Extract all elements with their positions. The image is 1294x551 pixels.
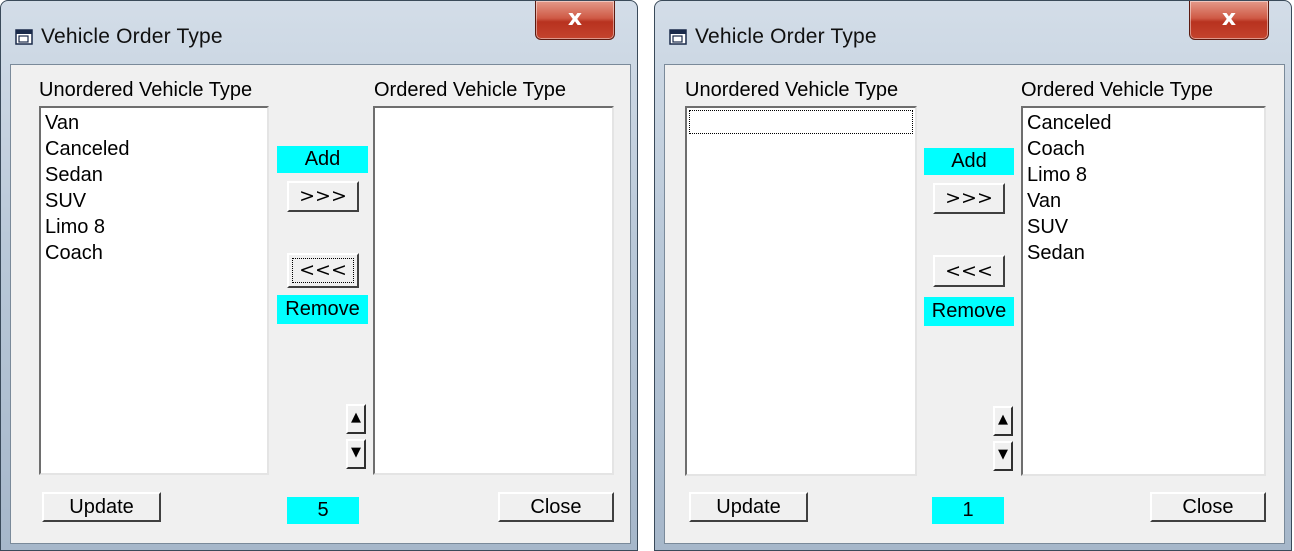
window-title: Vehicle Order Type	[41, 25, 223, 48]
unordered-label: Unordered Vehicle Type	[39, 79, 253, 101]
close-icon[interactable]: x	[535, 1, 615, 40]
count-display: 5	[287, 497, 359, 524]
unordered-listbox[interactable]: Van Canceled Sedan SUV Limo 8 Coach	[39, 106, 269, 475]
update-button[interactable]: Update	[42, 492, 161, 522]
list-item[interactable]: SUV	[1027, 214, 1264, 240]
remove-button[interactable]: <<<	[933, 255, 1005, 287]
list-item[interactable]: Sedan	[45, 162, 267, 188]
count-display: 1	[932, 497, 1004, 524]
list-item[interactable]: Sedan	[1027, 240, 1264, 266]
window-title: Vehicle Order Type	[695, 25, 877, 48]
close-button[interactable]: Close	[498, 492, 614, 522]
list-item[interactable]: SUV	[45, 188, 267, 214]
dialog-body: Unordered Vehicle Type Ordered Vehicle T…	[10, 64, 631, 544]
vehicle-order-dialog-right: Vehicle Order Type x Unordered Vehicle T…	[654, 0, 1292, 551]
add-label: Add	[277, 146, 368, 173]
add-button[interactable]: >>>	[287, 181, 359, 212]
arrow-up-icon[interactable]: ▲	[346, 404, 366, 434]
dialog-body: Unordered Vehicle Type Ordered Vehicle T…	[664, 64, 1285, 544]
ordered-label: Ordered Vehicle Type	[374, 79, 566, 101]
remove-button[interactable]: <<<	[287, 253, 359, 288]
remove-label: Remove	[924, 297, 1014, 326]
arrow-down-icon[interactable]: ▼	[346, 439, 366, 469]
list-item[interactable]: Canceled	[1027, 110, 1264, 136]
close-icon[interactable]: x	[1189, 1, 1269, 40]
close-button[interactable]: Close	[1150, 492, 1266, 522]
list-item[interactable]: Van	[45, 110, 267, 136]
focus-rectangle	[689, 110, 913, 134]
unordered-listbox[interactable]	[685, 106, 917, 476]
vehicle-order-dialog-left: Vehicle Order Type x Unordered Vehicle T…	[0, 0, 638, 551]
list-item[interactable]: Limo 8	[1027, 162, 1264, 188]
ordered-listbox[interactable]: Canceled Coach Limo 8 Van SUV Sedan	[1021, 106, 1266, 476]
title-bar[interactable]: Vehicle Order Type x	[655, 1, 1291, 63]
ordered-label: Ordered Vehicle Type	[1021, 79, 1213, 101]
arrow-down-icon[interactable]: ▼	[993, 441, 1013, 471]
list-item[interactable]: Coach	[1027, 136, 1264, 162]
ordered-listbox[interactable]	[373, 106, 614, 475]
unordered-label: Unordered Vehicle Type	[685, 79, 899, 101]
window-app-icon	[669, 29, 687, 45]
window-app-icon	[15, 29, 33, 45]
update-button[interactable]: Update	[689, 492, 808, 522]
list-item[interactable]: Van	[1027, 188, 1264, 214]
remove-label: Remove	[277, 295, 368, 324]
list-item[interactable]: Limo 8	[45, 214, 267, 240]
title-bar[interactable]: Vehicle Order Type x	[1, 1, 637, 63]
add-button[interactable]: >>>	[933, 183, 1005, 214]
arrow-up-icon[interactable]: ▲	[993, 406, 1013, 436]
list-item[interactable]: Canceled	[45, 136, 267, 162]
add-label: Add	[924, 148, 1014, 175]
list-item[interactable]: Coach	[45, 240, 267, 266]
